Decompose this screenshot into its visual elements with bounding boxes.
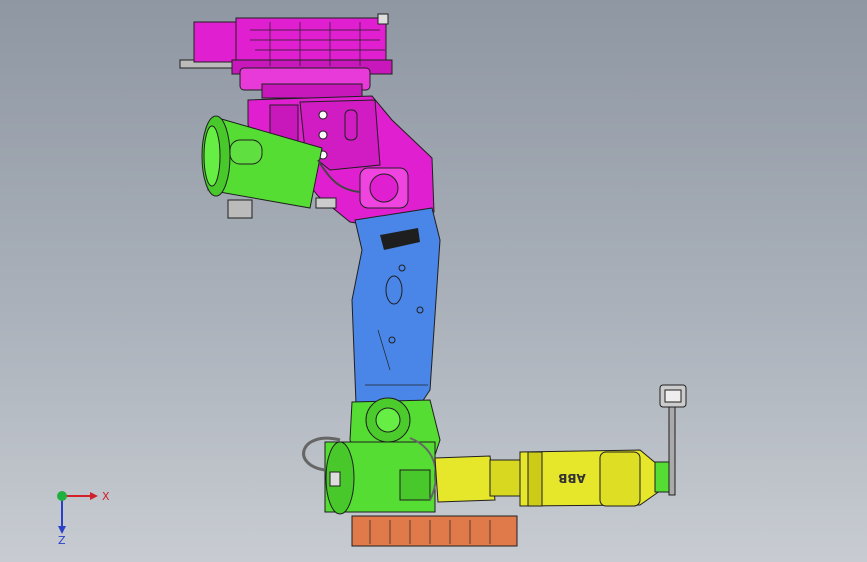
- coordinate-triad: X Y Z: [57, 490, 110, 546]
- y-axis-dot: [57, 491, 67, 501]
- x-arrow-icon: [90, 492, 98, 500]
- graphics-viewport[interactable]: ABB X Y Z: [0, 0, 867, 562]
- robot-model[interactable]: ABB: [0, 0, 867, 562]
- forearm[interactable]: ABB: [434, 449, 665, 507]
- wrist-tool[interactable]: [654, 384, 687, 496]
- cable-tray[interactable]: [351, 515, 518, 547]
- robot-base[interactable]: [179, 13, 393, 99]
- elbow-housing[interactable]: [324, 397, 441, 515]
- z-axis-label: Z: [58, 534, 66, 546]
- upper-arm[interactable]: [351, 207, 441, 409]
- x-axis-label: X: [102, 490, 110, 503]
- z-arrow-icon: [58, 526, 66, 534]
- abb-logo: ABB: [558, 471, 586, 485]
